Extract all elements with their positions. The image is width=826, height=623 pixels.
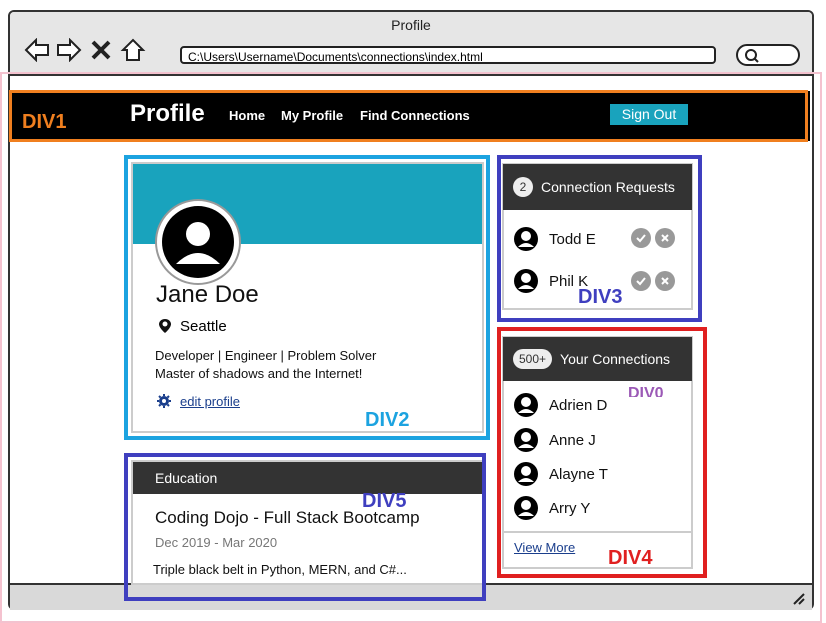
forward-arrow-icon[interactable]	[56, 37, 82, 63]
div2-outline	[124, 155, 490, 440]
nav-home[interactable]: Home	[229, 108, 265, 123]
title-bar: Profile C:\Users\Username\Documents\conn…	[10, 12, 812, 76]
window-title: Profile	[391, 17, 431, 33]
search-box[interactable]	[736, 44, 800, 66]
nav-find-connections[interactable]: Find Connections	[360, 108, 470, 123]
browser-nav	[24, 37, 146, 63]
div3-label: DIV3	[578, 286, 623, 308]
div1-label: DIV1	[22, 111, 67, 133]
resize-grip-icon[interactable]	[790, 591, 806, 605]
div5-label: DIV5	[362, 490, 407, 512]
div0-label: DIV0	[628, 385, 664, 397]
div4-label: DIV4	[608, 547, 653, 569]
div2-label: DIV2	[365, 409, 410, 431]
sign-out-button[interactable]: Sign Out	[610, 104, 688, 125]
brand-title[interactable]: Profile	[130, 100, 205, 128]
close-x-icon[interactable]	[88, 38, 114, 62]
back-arrow-icon[interactable]	[24, 37, 50, 63]
address-bar[interactable]: C:\Users\Username\Documents\connections\…	[180, 46, 716, 64]
home-icon[interactable]	[120, 38, 146, 62]
div4-outline	[497, 327, 707, 578]
div5-outline	[124, 453, 486, 601]
nav-my-profile[interactable]: My Profile	[281, 108, 343, 123]
